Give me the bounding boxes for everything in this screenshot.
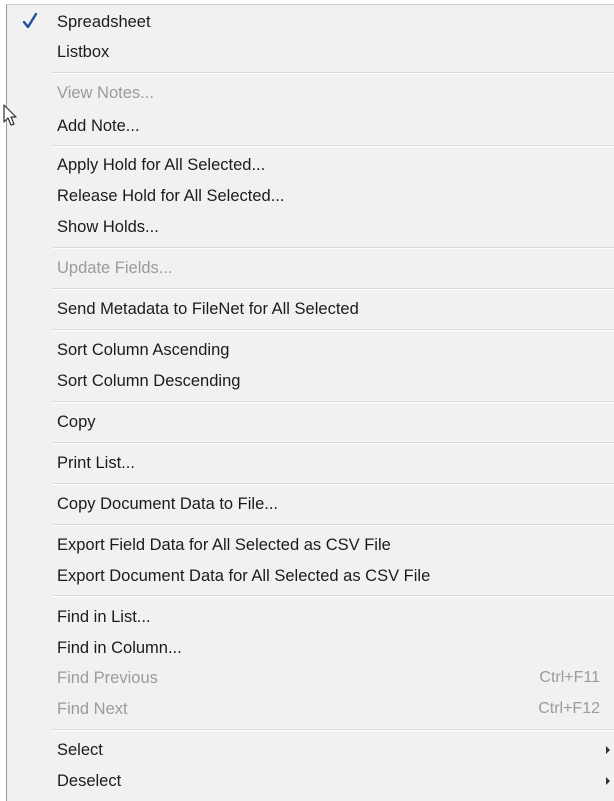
menu-item-find-previous: Find Previous Ctrl+F11 <box>7 663 614 693</box>
menu-item-update-fields: Update Fields... <box>7 253 614 283</box>
menu-item-label: View Notes... <box>57 83 154 102</box>
menu-item-find-next: Find Next Ctrl+F12 <box>7 694 614 724</box>
menu-item-label: Apply Hold for All Selected... <box>57 155 266 174</box>
menu-item-select[interactable]: Select <box>7 735 614 765</box>
menu-item-view-notes: View Notes... <box>7 78 614 108</box>
submenu-arrow-icon <box>606 777 610 785</box>
menu-item-find-in-list[interactable]: Find in List... <box>7 602 614 632</box>
menu-item-print-list[interactable]: Print List... <box>7 448 614 478</box>
menu-item-label: Show Holds... <box>57 217 159 236</box>
menu-separator <box>53 483 614 485</box>
menu-item-label: Print List... <box>57 453 135 472</box>
menu-item-label: Spreadsheet <box>57 12 151 31</box>
menu-item-label: Find in Column... <box>57 638 182 657</box>
menu-item-copy-document-data[interactable]: Copy Document Data to File... <box>7 489 614 519</box>
menu-separator <box>53 595 614 597</box>
menu-item-apply-hold[interactable]: Apply Hold for All Selected... <box>7 150 614 180</box>
menu-item-send-metadata[interactable]: Send Metadata to FileNet for All Selecte… <box>7 294 614 324</box>
menu-item-release-hold[interactable]: Release Hold for All Selected... <box>7 181 614 211</box>
menu-item-shortcut: Ctrl+F11 <box>539 669 600 686</box>
menu-item-label: Export Document Data for All Selected as… <box>57 566 431 585</box>
context-menu: Spreadsheet Listbox View Notes... Add No… <box>6 4 614 801</box>
menu-item-label: Add Note... <box>57 116 140 135</box>
menu-item-label: Select <box>57 740 103 759</box>
menu-item-label: Deselect <box>57 771 122 790</box>
checkmark-icon <box>22 12 38 29</box>
menu-item-export-document-data[interactable]: Export Document Data for All Selected as… <box>7 561 614 591</box>
menu-item-sort-descending[interactable]: Sort Column Descending <box>7 366 614 396</box>
menu-item-show-holds[interactable]: Show Holds... <box>7 212 614 242</box>
menu-separator <box>53 729 614 731</box>
menu-separator <box>53 401 614 403</box>
menu-separator <box>53 72 614 74</box>
menu-item-deselect[interactable]: Deselect <box>7 766 614 796</box>
menu-item-label: Find Previous <box>57 668 158 687</box>
menu-item-label: Listbox <box>57 42 110 61</box>
menu-item-find-in-column[interactable]: Find in Column... <box>7 633 614 663</box>
menu-separator <box>53 442 614 444</box>
menu-item-add-note[interactable]: Add Note... <box>7 111 614 141</box>
menu-separator <box>53 524 614 526</box>
menu-item-export-field-data[interactable]: Export Field Data for All Selected as CS… <box>7 530 614 560</box>
menu-item-shortcut: Ctrl+F12 <box>538 700 600 717</box>
menu-item-label: Copy <box>57 412 96 431</box>
menu-item-label: Sort Column Descending <box>57 371 241 390</box>
menu-item-sort-ascending[interactable]: Sort Column Ascending <box>7 335 614 365</box>
menu-item-label: Find in List... <box>57 607 151 626</box>
menu-separator <box>53 145 614 147</box>
menu-separator <box>53 329 614 331</box>
menu-item-listbox[interactable]: Listbox <box>7 37 614 67</box>
menu-item-label: Send Metadata to FileNet for All Selecte… <box>57 299 359 318</box>
menu-item-label: Export Field Data for All Selected as CS… <box>57 535 391 554</box>
menu-item-label: Copy Document Data to File... <box>57 494 279 513</box>
menu-item-copy[interactable]: Copy <box>7 407 614 437</box>
submenu-arrow-icon <box>606 746 610 754</box>
mouse-pointer-icon <box>3 104 17 126</box>
menu-item-label: Find Next <box>57 699 128 718</box>
menu-item-label: Release Hold for All Selected... <box>57 186 285 205</box>
menu-item-label: Update Fields... <box>57 258 173 277</box>
menu-item-spreadsheet[interactable]: Spreadsheet <box>7 7 614 37</box>
menu-separator <box>53 247 614 249</box>
menu-item-label: Sort Column Ascending <box>57 340 230 359</box>
menu-separator <box>53 288 614 290</box>
